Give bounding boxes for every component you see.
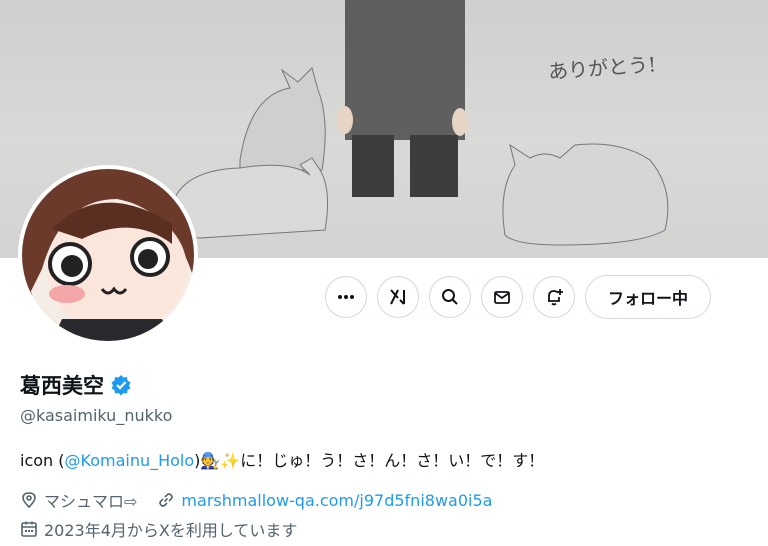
more-icon bbox=[336, 287, 356, 307]
more-button[interactable] bbox=[325, 276, 367, 318]
profile-bio: icon (@Komainu_Holo)🧑‍🔧✨に！じゅ！う！さ！ん！さ！い！で… bbox=[20, 447, 544, 471]
profile-location: マシュマロ⇨ bbox=[44, 492, 138, 511]
calendar-icon bbox=[20, 520, 38, 538]
display-name: 葛西美空 bbox=[20, 374, 104, 398]
profile-joined-date: 2023年4月からXを利用しています bbox=[44, 521, 298, 540]
link-icon bbox=[157, 491, 175, 509]
following-button[interactable]: フォロー中 bbox=[585, 275, 712, 319]
avatar[interactable] bbox=[18, 165, 198, 345]
profile-handle: @kasaimiku_nukko bbox=[20, 406, 173, 425]
grok-button[interactable] bbox=[377, 276, 419, 318]
bio-mention-link[interactable]: @Komainu_Holo bbox=[65, 451, 195, 470]
location-icon bbox=[20, 491, 38, 509]
notifications-button[interactable] bbox=[533, 276, 575, 318]
bio-suffix: )🧑‍🔧✨に！じゅ！う！さ！ん！さ！い！で！す！ bbox=[194, 451, 545, 470]
notification-add-icon bbox=[544, 287, 564, 307]
search-icon bbox=[440, 287, 460, 307]
verified-badge-icon[interactable] bbox=[110, 374, 132, 396]
profile-website-link[interactable]: marshmallow-qa.com/j97d5fni8wa0i5a bbox=[181, 491, 492, 510]
message-icon bbox=[492, 287, 512, 307]
message-button[interactable] bbox=[481, 276, 523, 318]
search-button[interactable] bbox=[429, 276, 471, 318]
bio-prefix: icon ( bbox=[20, 451, 65, 470]
profile-joined-row: 2023年4月からXを利用しています bbox=[20, 517, 297, 541]
profile-actions: フォロー中 bbox=[325, 275, 712, 319]
profile-meta-row: マシュマロ⇨ marshmallow-qa.com/j97d5fni8wa0i5… bbox=[20, 488, 492, 512]
profile-name-row: 葛西美空 bbox=[20, 370, 132, 400]
avatar-illustration bbox=[22, 169, 194, 341]
grok-icon bbox=[388, 287, 408, 307]
